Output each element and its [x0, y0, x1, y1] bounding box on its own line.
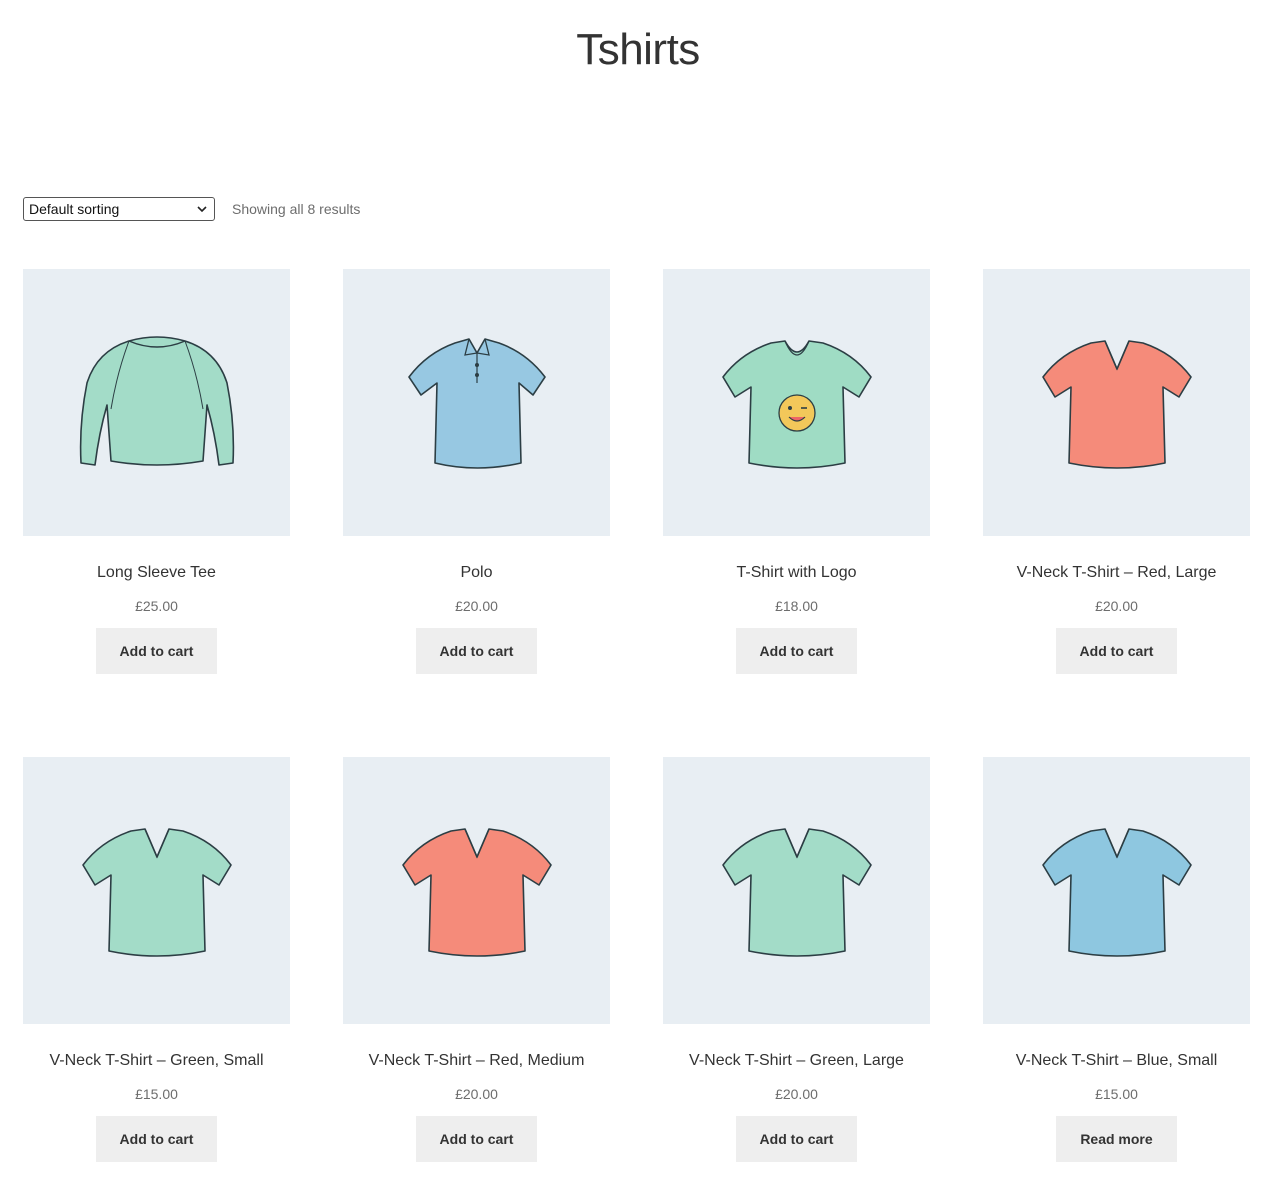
product-price: £18.00: [775, 598, 818, 614]
add-to-cart-button[interactable]: Add to cart: [416, 628, 537, 674]
product-price: £15.00: [135, 1086, 178, 1102]
product-image[interactable]: [343, 757, 610, 1024]
product-title[interactable]: V-Neck T-Shirt – Blue, Small: [983, 1051, 1250, 1071]
product-image[interactable]: [983, 757, 1250, 1024]
product-card: V-Neck T-Shirt – Blue, Small £15.00 Read…: [983, 757, 1250, 1173]
product-grid: Long Sleeve Tee £25.00 Add to cart Polo …: [23, 269, 1251, 1173]
product-image[interactable]: [663, 757, 930, 1024]
product-price: £20.00: [775, 1086, 818, 1102]
product-title[interactable]: T-Shirt with Logo: [663, 563, 930, 583]
vneck-tshirt-icon: [81, 827, 232, 957]
product-card: V-Neck T-Shirt – Red, Medium £20.00 Add …: [343, 757, 610, 1173]
product-price: £15.00: [1095, 1086, 1138, 1102]
vneck-tshirt-icon: [401, 827, 552, 957]
product-price: £20.00: [455, 598, 498, 614]
product-price: £20.00: [455, 1086, 498, 1102]
add-to-cart-button[interactable]: Add to cart: [96, 628, 217, 674]
product-title[interactable]: V-Neck T-Shirt – Green, Large: [663, 1051, 930, 1071]
product-title[interactable]: V-Neck T-Shirt – Green, Small: [23, 1051, 290, 1071]
product-image[interactable]: [23, 269, 290, 536]
sort-select[interactable]: Default sorting: [23, 197, 215, 221]
product-card: V-Neck T-Shirt – Green, Small £15.00 Add…: [23, 757, 290, 1173]
read-more-button[interactable]: Read more: [1056, 1116, 1177, 1162]
long-sleeve-shirt-icon: [79, 335, 234, 466]
product-card: V-Neck T-Shirt – Red, Large £20.00 Add t…: [983, 269, 1250, 685]
shop-toolbar: Default sorting Showing all 8 results: [23, 196, 360, 222]
vneck-tshirt-icon: [1041, 827, 1192, 957]
polo-shirt-icon: [407, 337, 546, 469]
product-image[interactable]: [983, 269, 1250, 536]
add-to-cart-button[interactable]: Add to cart: [416, 1116, 537, 1162]
chevron-down-icon: [197, 206, 207, 213]
result-count: Showing all 8 results: [232, 201, 361, 217]
add-to-cart-button[interactable]: Add to cart: [736, 628, 857, 674]
product-image[interactable]: [343, 269, 610, 536]
add-to-cart-button[interactable]: Add to cart: [736, 1116, 857, 1162]
product-title[interactable]: V-Neck T-Shirt – Red, Large: [983, 563, 1250, 583]
product-title[interactable]: V-Neck T-Shirt – Red, Medium: [343, 1051, 610, 1071]
product-card: Long Sleeve Tee £25.00 Add to cart: [23, 269, 290, 685]
vneck-tshirt-icon: [721, 827, 872, 957]
add-to-cart-button[interactable]: Add to cart: [1056, 628, 1177, 674]
product-card: T-Shirt with Logo £18.00 Add to cart: [663, 269, 930, 685]
vneck-tshirt-icon: [1041, 339, 1192, 469]
product-image[interactable]: [663, 269, 930, 536]
sort-select-value: Default sorting: [29, 201, 120, 217]
product-price: £20.00: [1095, 598, 1138, 614]
add-to-cart-button[interactable]: Add to cart: [96, 1116, 217, 1162]
product-card: V-Neck T-Shirt – Green, Large £20.00 Add…: [663, 757, 930, 1173]
page-title: Tshirts: [576, 25, 700, 74]
logo-tshirt-icon: [721, 339, 872, 469]
product-title[interactable]: Polo: [343, 563, 610, 583]
product-image[interactable]: [23, 757, 290, 1024]
product-title[interactable]: Long Sleeve Tee: [23, 563, 290, 583]
product-card: Polo £20.00 Add to cart: [343, 269, 610, 685]
product-price: £25.00: [135, 598, 178, 614]
